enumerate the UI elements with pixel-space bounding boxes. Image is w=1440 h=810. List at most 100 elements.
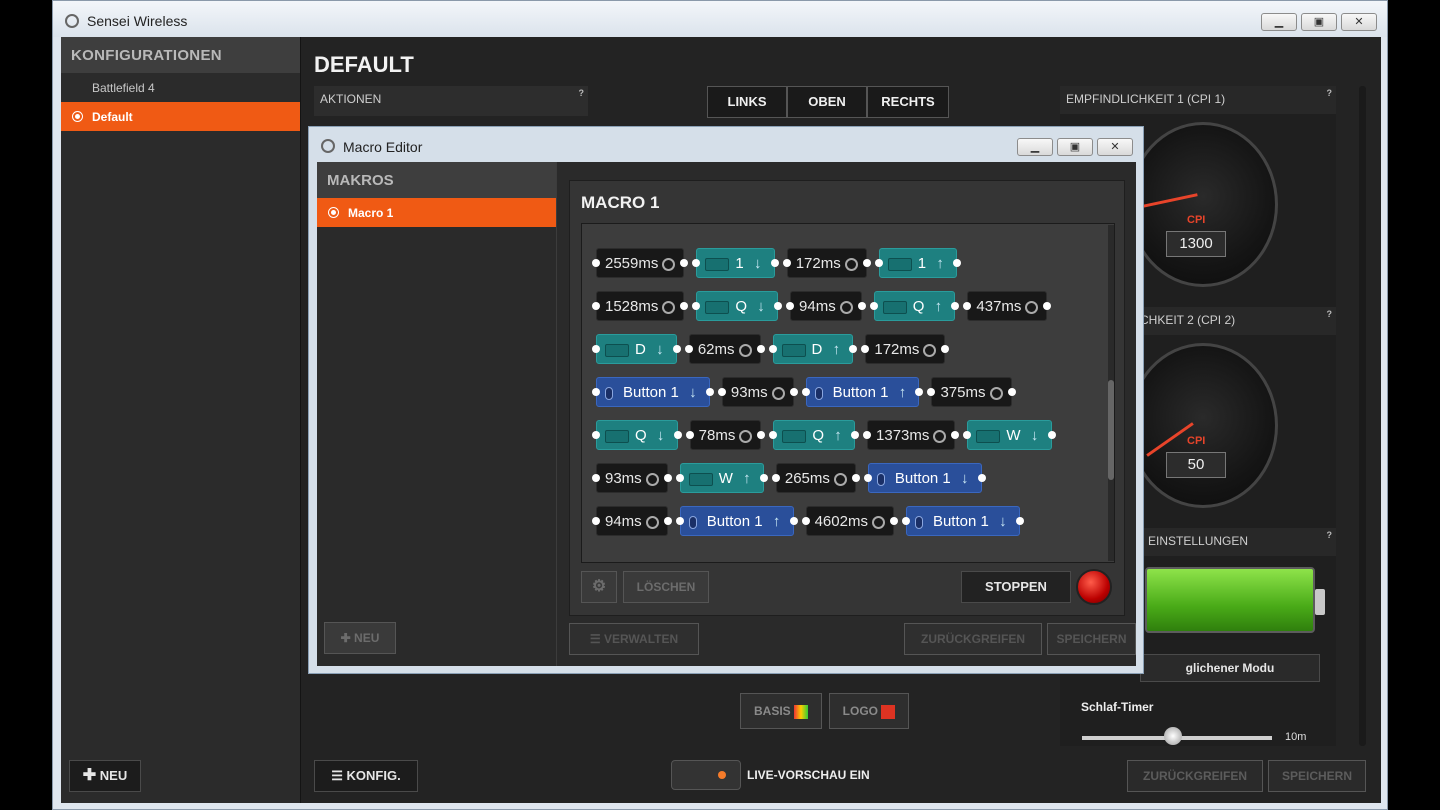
delay-block[interactable]: 62ms (688, 334, 761, 364)
mouse-event-block[interactable]: Button 1 ↑ (805, 377, 920, 407)
new-macro-button[interactable]: ✚ NEU (324, 622, 396, 654)
connector-dot (756, 345, 765, 353)
connector-dot (592, 259, 600, 267)
connector-dot (851, 431, 860, 439)
mouse-event-block[interactable]: Button 1 ↓ (867, 463, 982, 493)
macro-list-sidebar: MAKROS Macro 1 ✚ NEU (317, 162, 557, 666)
cpi2-gauge[interactable] (1128, 343, 1278, 508)
help-icon[interactable]: ? (1327, 88, 1333, 98)
maximize-button[interactable]: ▣ (1301, 13, 1337, 31)
delay-block[interactable]: 437ms (967, 291, 1048, 321)
mouse-event-block[interactable]: Button 1 ↓ (905, 506, 1020, 536)
help-icon[interactable]: ? (1327, 309, 1333, 319)
macro-revert-button[interactable]: ZURÜCKGREIFEN (904, 623, 1042, 655)
mouse-event-block[interactable]: Button 1 ↓ (596, 377, 710, 407)
keyboard-icon (887, 257, 912, 271)
key-event-block[interactable]: D ↑ (772, 334, 854, 364)
delay-block[interactable]: 93ms (596, 463, 668, 493)
delay-block[interactable]: 94ms (596, 506, 668, 536)
keyboard-icon (782, 429, 807, 443)
connector-dot (869, 302, 878, 310)
macro-save-button[interactable]: SPEICHERN (1047, 623, 1136, 655)
save-button[interactable]: SPEICHERN (1268, 760, 1366, 792)
revert-button[interactable]: ZURÜCKGREIFEN (1127, 760, 1263, 792)
help-icon[interactable]: ? (1327, 530, 1333, 540)
record-icon[interactable] (1076, 569, 1112, 605)
clock-icon (662, 257, 676, 271)
key-event-block[interactable]: Q ↑ (773, 420, 856, 450)
manage-button[interactable]: ☰ VERWALTEN (569, 623, 699, 655)
cpi1-value[interactable]: 1300 (1166, 231, 1226, 257)
key-event-block[interactable]: Q ↓ (696, 291, 779, 321)
connector-dot (663, 474, 672, 482)
power-mode-select[interactable]: glichener Modu (1140, 654, 1320, 682)
delay-block[interactable]: 4602ms (805, 506, 894, 536)
main-scrollbar[interactable] (1359, 86, 1366, 746)
key-event-block[interactable]: Q ↑ (873, 291, 956, 321)
logo-button[interactable]: LOGO (829, 693, 909, 729)
delay-block[interactable]: 94ms (790, 291, 862, 321)
page-title: DEFAULT (314, 52, 414, 77)
stop-button[interactable]: STOPPEN (961, 571, 1071, 603)
connector-dot (889, 517, 898, 525)
tab-links[interactable]: LINKS (707, 86, 787, 118)
delay-block[interactable]: 78ms (689, 420, 762, 450)
delay-block[interactable]: 1373ms (867, 420, 956, 450)
sidebar-item-label: Default (92, 110, 133, 124)
connector-dot (782, 259, 791, 267)
delay-block[interactable]: 265ms (775, 463, 856, 493)
window-title: Sensei Wireless (87, 13, 188, 29)
connector-dot (592, 388, 600, 396)
sidebar-item-battlefield[interactable]: Battlefield 4 (61, 73, 300, 102)
delete-button[interactable]: LÖSCHEN (623, 571, 709, 603)
gear-icon[interactable]: ⚙ (581, 571, 617, 603)
plus-icon: ✚ (82, 767, 97, 784)
key-event-block[interactable]: D ↓ (596, 334, 677, 364)
close-button[interactable]: ✕ (1341, 13, 1377, 31)
macro-sequence-area[interactable]: 2559ms 1 ↓ 172ms 1 ↑ 1528ms Q ↓ 94ms Q ↑ 437ms D ↓ 62ms… (581, 223, 1115, 563)
mouse-icon (688, 515, 697, 529)
app-gear-icon (65, 14, 79, 28)
cpi1-label: EMPFINDLICHKEIT 1 (CPI 1) (1066, 92, 1226, 106)
keyboard-icon (605, 429, 629, 443)
keyboard-icon (705, 300, 730, 314)
slider-handle[interactable] (1164, 727, 1182, 745)
minimize-button[interactable]: ▁ (1261, 13, 1297, 31)
live-preview-toggle[interactable] (671, 760, 741, 790)
key-event-block[interactable]: W ↓ (967, 420, 1052, 450)
delay-block[interactable]: 172ms (786, 248, 867, 278)
sidebar-item-default[interactable]: Default (61, 102, 300, 131)
tab-rechts[interactable]: RECHTS (867, 86, 949, 118)
sequence-scrollbar[interactable] (1108, 225, 1114, 561)
dialog-close-button[interactable]: ✕ (1097, 138, 1133, 156)
delay-block[interactable]: 172ms (865, 334, 946, 364)
arrow-up-icon: ↑ (832, 341, 841, 358)
delay-block[interactable]: 1528ms (596, 291, 685, 321)
key-event-block[interactable]: 1 ↓ (696, 248, 775, 278)
macro-sequence-panel: MACRO 1 2559ms 1 ↓ 172ms 1 ↑ 1528ms Q ↓ 94ms Q ↑ 437… (569, 180, 1125, 616)
mouse-event-block[interactable]: Button 1 ↑ (679, 506, 794, 536)
key-event-block[interactable]: 1 ↑ (878, 248, 958, 278)
connector-dot (851, 474, 860, 482)
dialog-maximize-button[interactable]: ▣ (1057, 138, 1093, 156)
help-icon[interactable]: ? (579, 88, 585, 98)
delay-block[interactable]: 2559ms (596, 248, 685, 278)
arrow-up-icon: ↑ (743, 470, 751, 487)
dialog-gear-icon (321, 139, 335, 153)
cpi1-gauge-label: CPI (1187, 214, 1206, 226)
connector-dot (592, 345, 600, 353)
macro-list-item[interactable]: Macro 1 (317, 198, 556, 227)
dialog-minimize-button[interactable]: ▁ (1017, 138, 1053, 156)
key-event-block[interactable]: Q ↓ (596, 420, 678, 450)
basis-button[interactable]: BASIS (740, 693, 822, 729)
sleep-timer-label: Schlaf-Timer (1081, 700, 1154, 714)
cpi2-value[interactable]: 50 (1166, 452, 1226, 478)
delay-block[interactable]: 375ms (931, 377, 1012, 407)
arrow-up-icon: ↑ (934, 298, 943, 315)
tab-oben[interactable]: OBEN (787, 86, 867, 118)
delay-block[interactable]: 93ms (721, 377, 794, 407)
scrollbar-thumb[interactable] (1108, 380, 1114, 480)
key-event-block[interactable]: W ↑ (679, 463, 764, 493)
new-config-button[interactable]: ✚ NEU (69, 760, 141, 792)
konfig-button[interactable]: ☰ KONFIG. (314, 760, 418, 792)
